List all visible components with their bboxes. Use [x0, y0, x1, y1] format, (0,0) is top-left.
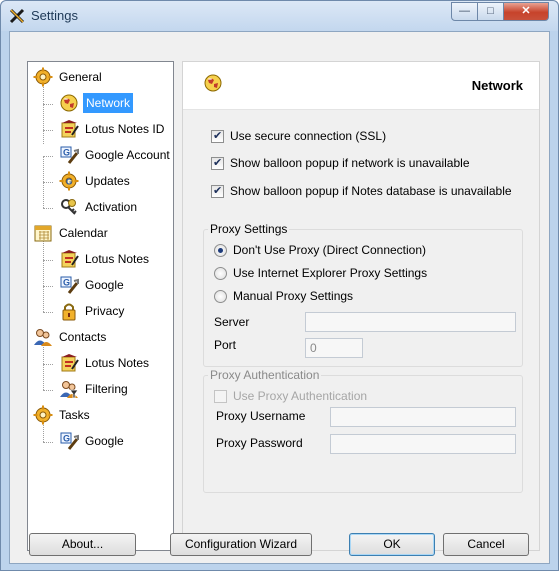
port-input[interactable]: 0 [305, 338, 363, 358]
minimize-button[interactable]: — [451, 2, 478, 21]
port-label: Port [214, 338, 237, 352]
ok-button[interactable]: OK [349, 533, 435, 556]
window-title: Settings [31, 8, 78, 23]
use-proxy-auth-label[interactable]: Use Proxy Authentication [233, 389, 367, 403]
tree-connector [43, 156, 53, 157]
tree-item-label: General [59, 70, 102, 84]
gear-icon [33, 67, 53, 87]
tree-connector [43, 156, 44, 208]
balloon-notes-db-checkbox[interactable] [211, 184, 224, 198]
google-tool-icon [59, 275, 79, 295]
tree-item-label: Tasks [59, 408, 90, 422]
balloon-network-label[interactable]: Show balloon popup if network is unavail… [230, 156, 470, 170]
tree-item-label: Filtering [85, 382, 128, 396]
calendar-icon [34, 225, 52, 242]
ie-proxy-radio[interactable] [214, 267, 227, 280]
proxy-password-label: Proxy Password [216, 436, 303, 450]
tree-connector [43, 208, 53, 209]
lotus-notes-icon [61, 119, 79, 138]
tree-item-label: Lotus Notes [85, 252, 150, 266]
no-proxy-radio[interactable] [214, 244, 227, 257]
proxy-password-input[interactable] [330, 434, 516, 454]
proxy-username-input[interactable] [330, 407, 516, 427]
gear-icon [33, 405, 53, 425]
tree-item-label: Google [85, 278, 124, 292]
globe-icon [60, 94, 78, 112]
contacts-filter-icon [59, 379, 79, 399]
panel-title: Network [471, 78, 523, 93]
use-proxy-auth-checkbox[interactable] [214, 390, 227, 403]
google-tool-icon [59, 431, 79, 451]
lotus-notes-icon [61, 249, 79, 268]
tree-connector [43, 286, 53, 287]
tree-item-label: Network [83, 93, 134, 113]
use-ssl-checkbox[interactable] [211, 129, 224, 143]
tree-connector [43, 364, 53, 365]
key-icon [61, 198, 77, 215]
use-ssl-label[interactable]: Use secure connection (SSL) [230, 129, 386, 143]
tree-connector [43, 342, 44, 390]
maximize-button[interactable]: □ [477, 2, 504, 21]
cancel-button[interactable]: Cancel [443, 533, 529, 556]
title-bar[interactable]: Settings — □ ✕ [1, 1, 558, 31]
balloon-notes-db-label[interactable]: Show balloon popup if Notes database is … [230, 184, 512, 198]
manual-proxy-radio[interactable] [214, 290, 227, 303]
tree-connector [43, 182, 53, 183]
lock-icon [62, 303, 76, 321]
tree-item-label: Google Account [85, 148, 170, 162]
tree-item-label: Contacts [59, 330, 107, 344]
server-label: Server [214, 315, 250, 329]
tree-connector [43, 442, 53, 443]
proxy-username-label: Proxy Username [216, 409, 306, 423]
app-icon [9, 8, 25, 24]
tree-connector [43, 82, 44, 144]
tree-item-label: Lotus Notes ID [85, 122, 165, 136]
tree-connector [43, 104, 53, 105]
google-tool-icon [59, 145, 79, 165]
proxy-auth-label: Proxy Authentication [208, 368, 322, 382]
no-proxy-label[interactable]: Don't Use Proxy (Direct Connection) [233, 243, 426, 257]
network-settings-panel: Network Use secure connection (SSL) Show… [182, 61, 540, 551]
settings-window: Settings — □ ✕ General Network Lotus Not… [0, 0, 559, 571]
configuration-wizard-button[interactable]: Configuration Wizard [170, 533, 312, 556]
tree-item-label: Lotus Notes [85, 356, 150, 370]
tree-item-label: Privacy [85, 304, 125, 318]
proxy-settings-label: Proxy Settings [208, 222, 290, 236]
tree-connector [43, 312, 53, 313]
close-button[interactable]: ✕ [503, 2, 549, 21]
dialog-body: General Network Lotus Notes ID Google Ac… [9, 31, 550, 564]
update-gear-icon [59, 171, 79, 191]
balloon-network-checkbox[interactable] [211, 156, 224, 170]
tree-connector [43, 238, 44, 312]
tree-item-label: Calendar [59, 226, 108, 240]
tree-connector [43, 390, 53, 391]
tree-item-label: Activation [85, 200, 138, 214]
tree-connector [43, 260, 53, 261]
lotus-notes-icon [61, 353, 79, 372]
panel-header: Network [183, 62, 539, 110]
tree-item-label: Updates [85, 174, 130, 188]
ie-proxy-label[interactable]: Use Internet Explorer Proxy Settings [233, 266, 427, 280]
contacts-icon [33, 329, 53, 347]
tree-item-label: Google [85, 434, 124, 448]
manual-proxy-label[interactable]: Manual Proxy Settings [233, 289, 353, 303]
about-button[interactable]: About... [29, 533, 136, 556]
globe-icon [204, 74, 222, 92]
server-input[interactable] [305, 312, 516, 332]
settings-tree[interactable]: General Network Lotus Notes ID Google Ac… [27, 61, 174, 551]
tree-connector [43, 130, 53, 131]
